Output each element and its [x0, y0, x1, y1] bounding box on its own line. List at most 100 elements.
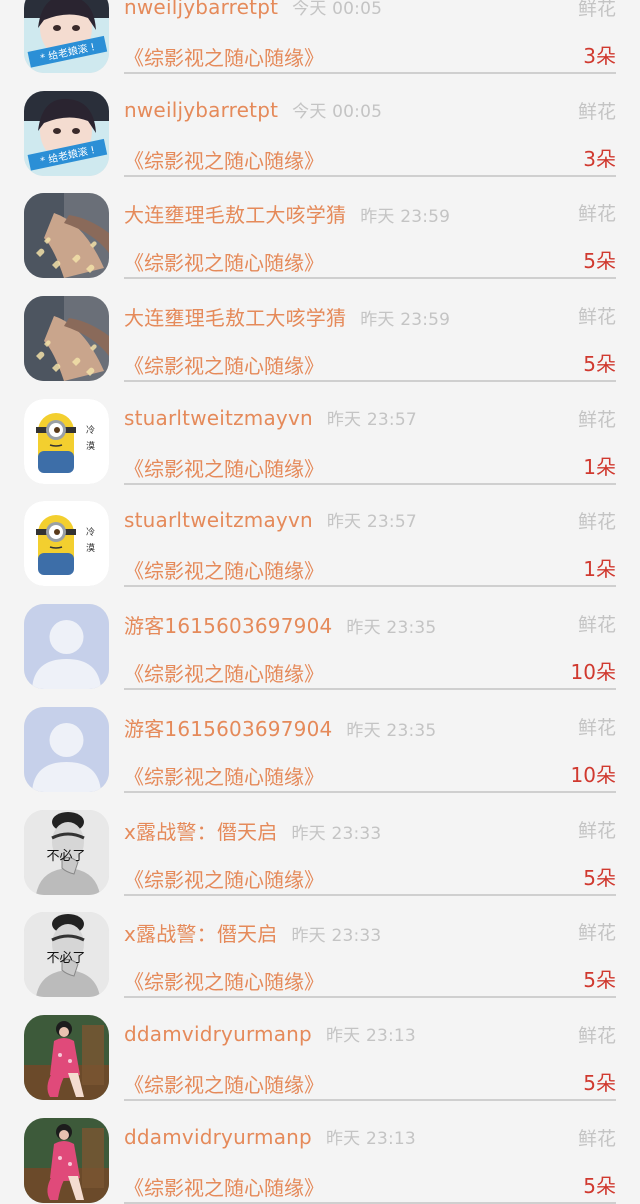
gift-record-row[interactable]: 游客1615603697904 昨天 23:35 鲜花 《综影视之随心随缘》 10… — [0, 691, 640, 794]
gift-count: 3朵 — [583, 146, 616, 171]
svg-text:冷: 冷 — [86, 424, 95, 436]
user-name[interactable]: 大连壅理毛敖工大咳学猜 — [124, 306, 346, 330]
gift-type: 鲜花 — [577, 614, 616, 637]
gift-type: 鲜花 — [577, 100, 616, 123]
book-title[interactable]: 《综影视之随心随缘》 — [124, 761, 324, 790]
gift-record-row[interactable]: 大连壅理毛敖工大咳学猜 昨天 23:59 鲜花 《综影视之随心随缘》 5朵 — [0, 280, 640, 383]
user-name[interactable]: nweiljybarretpt — [124, 98, 278, 122]
user-name-line[interactable]: stuarltweitzmayvn 昨天 23:57 — [124, 405, 417, 430]
user-name[interactable]: stuarltweitzmayvn — [124, 406, 313, 430]
gift-type: 鲜花 — [577, 511, 616, 534]
gift-type: 鲜花 — [577, 716, 616, 739]
gift-count: 5朵 — [583, 1070, 616, 1095]
svg-text:漠: 漠 — [86, 441, 95, 452]
book-title[interactable]: 《综影视之随心随缘》 — [124, 658, 324, 687]
gift-record-row[interactable]: 大连壅理毛敖工大咳学猜 昨天 23:59 鲜花 《综影视之随心随缘》 5朵 — [0, 177, 640, 280]
row-divider — [124, 688, 616, 691]
row-divider — [124, 482, 616, 485]
gift-count: 5朵 — [583, 1173, 616, 1198]
user-name-line[interactable]: 游客1615603697904 昨天 23:35 — [124, 713, 436, 742]
user-avatar[interactable] — [24, 296, 109, 382]
row-divider — [124, 72, 616, 74]
book-title[interactable]: 《综影视之随心随缘》 — [124, 966, 324, 995]
gift-count: 1朵 — [583, 557, 616, 582]
gift-count: 5朵 — [583, 352, 616, 377]
gift-type: 鲜花 — [577, 819, 616, 842]
gift-time: 昨天 23:59 — [360, 207, 451, 228]
user-name[interactable]: stuarltweitzmayvn — [124, 508, 313, 532]
user-avatar[interactable]: 不必了 — [24, 809, 109, 895]
gift-record-row[interactable]: ddamvidryurmanp 昨天 23:13 鲜花 《综影视之随心随缘》 5朵 — [0, 1102, 640, 1204]
user-avatar[interactable] — [24, 1117, 109, 1203]
book-title[interactable]: 《综影视之随心随缘》 — [124, 42, 324, 71]
user-name-line[interactable]: ddamvidryurmanp 昨天 23:13 — [124, 1021, 416, 1046]
user-avatar[interactable]: * 给老娘滚 ! — [24, 0, 109, 73]
gift-record-row[interactable]: ddamvidryurmanp 昨天 23:13 鲜花 《综影视之随心随缘》 5朵 — [0, 999, 640, 1102]
gift-time: 昨天 23:33 — [291, 926, 382, 947]
user-name-line[interactable]: stuarltweitzmayvn 昨天 23:57 — [124, 507, 417, 532]
user-name[interactable]: x露战警：僭天启 — [124, 922, 277, 946]
book-title[interactable]: 《综影视之随心随缘》 — [124, 555, 324, 584]
book-title[interactable]: 《综影视之随心随缘》 — [124, 350, 324, 379]
row-divider — [124, 585, 616, 588]
gift-count: 5朵 — [583, 865, 616, 890]
gift-record-list: * 给老娘滚 ! nweiljybarretpt 今天 00:05 鲜花 《综影视… — [0, 0, 640, 1204]
user-avatar[interactable] — [24, 604, 109, 690]
gift-record-row[interactable]: 不必了 x露战警：僭天启 昨天 23:33 鲜花 《综影视之随心随缘》 5朵 — [0, 896, 640, 999]
book-title[interactable]: 《综影视之随心随缘》 — [124, 1069, 324, 1098]
gift-record-row[interactable]: 冷 漠 stuarltweitzmayvn 昨天 23:57 鲜花 《综影视之随心… — [0, 485, 640, 588]
user-name[interactable]: 游客1615603697904 — [124, 717, 332, 741]
user-avatar[interactable]: 不必了 — [24, 912, 109, 998]
gift-time: 昨天 23:35 — [346, 618, 437, 639]
gift-time: 昨天 23:13 — [325, 1128, 416, 1149]
user-name-line[interactable]: ddamvidryurmanp 昨天 23:13 — [124, 1124, 416, 1149]
user-name-line[interactable]: x露战警：僭天启 昨天 23:33 — [124, 918, 381, 947]
user-name[interactable]: x露战警：僭天启 — [124, 820, 277, 844]
svg-text:漠: 漠 — [86, 543, 95, 554]
gift-type: 鲜花 — [577, 306, 616, 329]
gift-record-row[interactable]: * 给老娘滚 ! nweiljybarretpt 今天 00:05 鲜花 《综影视… — [0, 75, 640, 178]
user-name[interactable]: nweiljybarretpt — [124, 0, 278, 19]
gift-type: 鲜花 — [577, 0, 616, 20]
gift-type: 鲜花 — [577, 203, 616, 226]
user-name[interactable]: ddamvidryurmanp — [124, 1125, 312, 1149]
user-name-line[interactable]: nweiljybarretpt 今天 00:05 — [124, 0, 382, 19]
user-name[interactable]: 大连壅理毛敖工大咳学猜 — [124, 203, 346, 227]
user-name-line[interactable]: x露战警：僭天启 昨天 23:33 — [124, 816, 381, 845]
row-divider — [124, 893, 616, 896]
user-avatar[interactable] — [24, 706, 109, 792]
book-title[interactable]: 《综影视之随心随缘》 — [124, 1172, 324, 1201]
book-title[interactable]: 《综影视之随心随缘》 — [124, 864, 324, 893]
user-name[interactable]: ddamvidryurmanp — [124, 1022, 312, 1046]
gift-record-row[interactable]: * 给老娘滚 ! nweiljybarretpt 今天 00:05 鲜花 《综影视… — [0, 0, 640, 75]
user-name[interactable]: 游客1615603697904 — [124, 614, 332, 638]
gift-record-row[interactable]: 游客1615603697904 昨天 23:35 鲜花 《综影视之随心随缘》 10… — [0, 588, 640, 691]
user-avatar[interactable]: 冷 漠 — [24, 398, 109, 484]
gift-record-row[interactable]: 不必了 x露战警：僭天启 昨天 23:33 鲜花 《综影视之随心随缘》 5朵 — [0, 794, 640, 897]
user-avatar[interactable]: 冷 漠 — [24, 501, 109, 587]
row-divider — [124, 790, 616, 793]
row-divider — [124, 174, 616, 177]
row-divider — [124, 996, 616, 999]
user-name-line[interactable]: 大连壅理毛敖工大咳学猜 昨天 23:59 — [124, 199, 450, 228]
gift-type: 鲜花 — [577, 922, 616, 945]
gift-count: 10朵 — [570, 660, 616, 685]
gift-count: 5朵 — [583, 968, 616, 993]
gift-time: 昨天 23:59 — [360, 310, 451, 331]
user-name-line[interactable]: 大连壅理毛敖工大咳学猜 昨天 23:59 — [124, 302, 450, 331]
user-avatar[interactable]: * 给老娘滚 ! — [24, 90, 109, 176]
user-name-line[interactable]: 游客1615603697904 昨天 23:35 — [124, 610, 436, 639]
user-avatar[interactable] — [24, 1014, 109, 1100]
gift-type: 鲜花 — [577, 408, 616, 431]
book-title[interactable]: 《综影视之随心随缘》 — [124, 145, 324, 174]
row-divider — [124, 277, 616, 280]
gift-time: 昨天 23:35 — [346, 720, 437, 741]
book-title[interactable]: 《综影视之随心随缘》 — [124, 247, 324, 276]
book-title[interactable]: 《综影视之随心随缘》 — [124, 453, 324, 482]
gift-type: 鲜花 — [577, 1024, 616, 1047]
user-name-line[interactable]: nweiljybarretpt 今天 00:05 — [124, 97, 382, 122]
gift-record-row[interactable]: 冷 漠 stuarltweitzmayvn 昨天 23:57 鲜花 《综影视之随心… — [0, 383, 640, 486]
gift-type: 鲜花 — [577, 1127, 616, 1150]
user-avatar[interactable] — [24, 193, 109, 279]
gift-count: 10朵 — [570, 762, 616, 787]
